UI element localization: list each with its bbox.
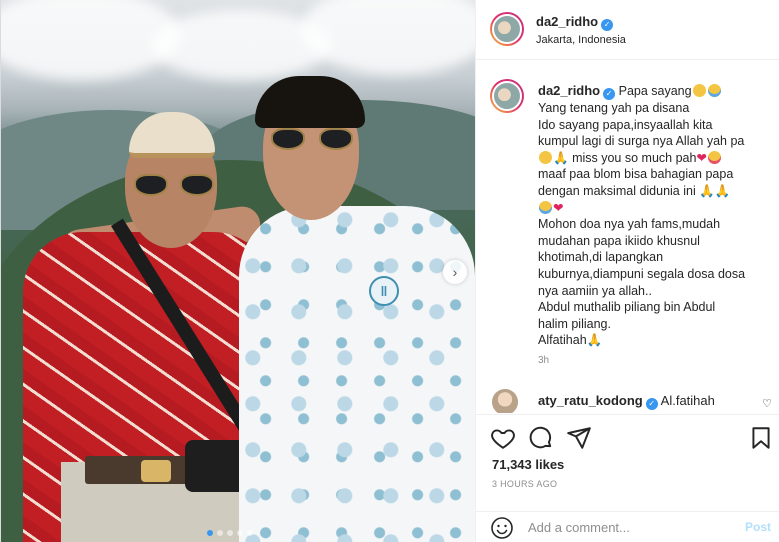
post-timestamp[interactable]: 3 HOURS AGO — [492, 479, 557, 489]
caption-author-avatar[interactable] — [490, 79, 524, 113]
carousel-next-button[interactable]: › — [443, 260, 467, 284]
caption-text-line: Ido sayang papa,insyaallah kita — [538, 117, 713, 132]
shirt-logo-icon: ‖ — [369, 276, 399, 306]
post-actions: 71,343 likes 3 HOURS AGO Post — [476, 414, 779, 542]
caption: da2_ridho ✓ Papa sayang Yang tenang yah p… — [538, 83, 768, 349]
commenter-avatar[interactable] — [492, 389, 518, 413]
caption-text-line: miss you so much pah — [572, 150, 697, 165]
like-heart-icon[interactable] — [490, 425, 516, 451]
sad-face-emoji-icon — [539, 150, 552, 164]
caption-text-line: khotimah,di lapangkan — [538, 250, 664, 265]
verified-badge-icon: ✓ — [645, 398, 658, 410]
save-bookmark-icon[interactable] — [748, 425, 774, 451]
caption-text-line: Abdul muthalib piliang bin Abdul — [538, 300, 716, 315]
comment-body: aty_ratu_kodong ✓ Al.fatihah — [538, 393, 715, 410]
instagram-post-modal: ‖ › da2_ridho ✓ Jakarta, Indonesia da2_r… — [0, 0, 779, 542]
comment-text: Al.fatihah — [660, 393, 715, 408]
post-header: da2_ridho ✓ Jakarta, Indonesia — [476, 0, 779, 60]
sunglasses-shape — [271, 128, 353, 152]
carousel-dots — [207, 530, 253, 536]
white-shirt-shape — [239, 206, 475, 542]
caption-text-line: Papa sayang — [618, 84, 692, 98]
sad-face-emoji-icon — [692, 84, 706, 97]
caption-text-line: Alfatihah — [538, 333, 587, 348]
post-location[interactable]: Jakarta, Indonesia — [536, 34, 626, 46]
carousel-dot — [217, 530, 223, 536]
comment-bubble-icon[interactable] — [528, 425, 554, 451]
caption-time[interactable]: 3h — [538, 355, 549, 366]
caption-line: da2_ridho ✓ Papa sayang — [538, 83, 768, 100]
carousel-dot — [227, 530, 233, 536]
share-paper-plane-icon[interactable] — [566, 425, 592, 451]
crying-face-emoji-icon — [539, 200, 552, 214]
caption-text-line: halim piliang. — [538, 316, 611, 331]
carousel-dot — [207, 530, 213, 536]
caption-line: Alfatihah🙏 — [538, 332, 768, 349]
crying-face-emoji-icon — [707, 84, 721, 97]
caption-text-line: Yang tenang yah pa disana — [538, 101, 690, 115]
caption-text-line: dengan maksimal didunia ini — [538, 183, 696, 198]
post-comment-button[interactable]: Post — [745, 520, 771, 534]
caption-line: 🙏 miss you so much pah❤ — [538, 150, 768, 167]
red-heart-emoji-icon: ❤ — [553, 200, 564, 215]
post-side-panel: da2_ridho ✓ Jakarta, Indonesia da2_ridho ✓… — [475, 0, 779, 542]
praying-hands-emoji-icon: 🙏🙏 — [695, 183, 731, 198]
caption-line: dengan maksimal didunia ini 🙏🙏 — [538, 183, 768, 200]
comments-section[interactable]: da2_ridho ✓ Papa sayang Yang tenang yah p… — [476, 61, 779, 413]
author-username[interactable]: da2_ridho — [536, 14, 598, 29]
caption-text-line: mudahan papa ikiido khusnul — [538, 233, 700, 248]
post-photo[interactable]: ‖ › — [1, 0, 475, 542]
likes-count[interactable]: 71,343 likes — [492, 457, 564, 472]
caption-text-line: kuburnya,diampuni segala dosa dosa — [538, 266, 746, 281]
caption-text-line: Mohon doa nya yah fams,mudah — [538, 217, 721, 232]
praying-hands-emoji-icon: 🙏 — [553, 150, 569, 165]
praying-hands-emoji-icon: 🙏 — [586, 333, 603, 348]
caption-text-line: maaf paa blom bisa bahagian papa — [538, 167, 734, 182]
comment-input[interactable] — [528, 516, 728, 538]
caption-author-username[interactable]: da2_ridho — [538, 83, 600, 98]
caption-text-line: kumpul lagi di surga nya Allah yah pa — [538, 134, 745, 149]
verified-badge-icon: ✓ — [603, 88, 616, 100]
belt-shape — [85, 456, 195, 484]
caption-text-line: nya aamiin ya allah.. — [538, 283, 652, 298]
commenter-username[interactable]: aty_ratu_kodong — [538, 393, 643, 408]
carousel-dot — [237, 530, 243, 536]
add-comment-bar: Post — [476, 511, 779, 542]
caption-line: ❤ — [538, 200, 768, 217]
smiling-hearts-emoji-icon — [707, 150, 721, 164]
author-info: da2_ridho ✓ Jakarta, Indonesia — [536, 14, 626, 46]
hair-shape — [255, 76, 365, 128]
like-comment-heart-icon[interactable]: ♡ — [762, 397, 772, 410]
carousel-dot — [247, 530, 253, 536]
buckle-shape — [141, 460, 171, 482]
comment-item: aty_ratu_kodong ✓ Al.fatihah ♡ — [492, 389, 772, 413]
red-heart-emoji-icon: ❤ — [696, 150, 707, 165]
sunglasses-shape — [134, 174, 214, 196]
verified-badge-icon: ✓ — [601, 19, 614, 31]
author-avatar[interactable] — [490, 12, 524, 46]
cloud-shape — [301, 0, 475, 75]
emoji-picker-icon[interactable] — [490, 516, 514, 542]
